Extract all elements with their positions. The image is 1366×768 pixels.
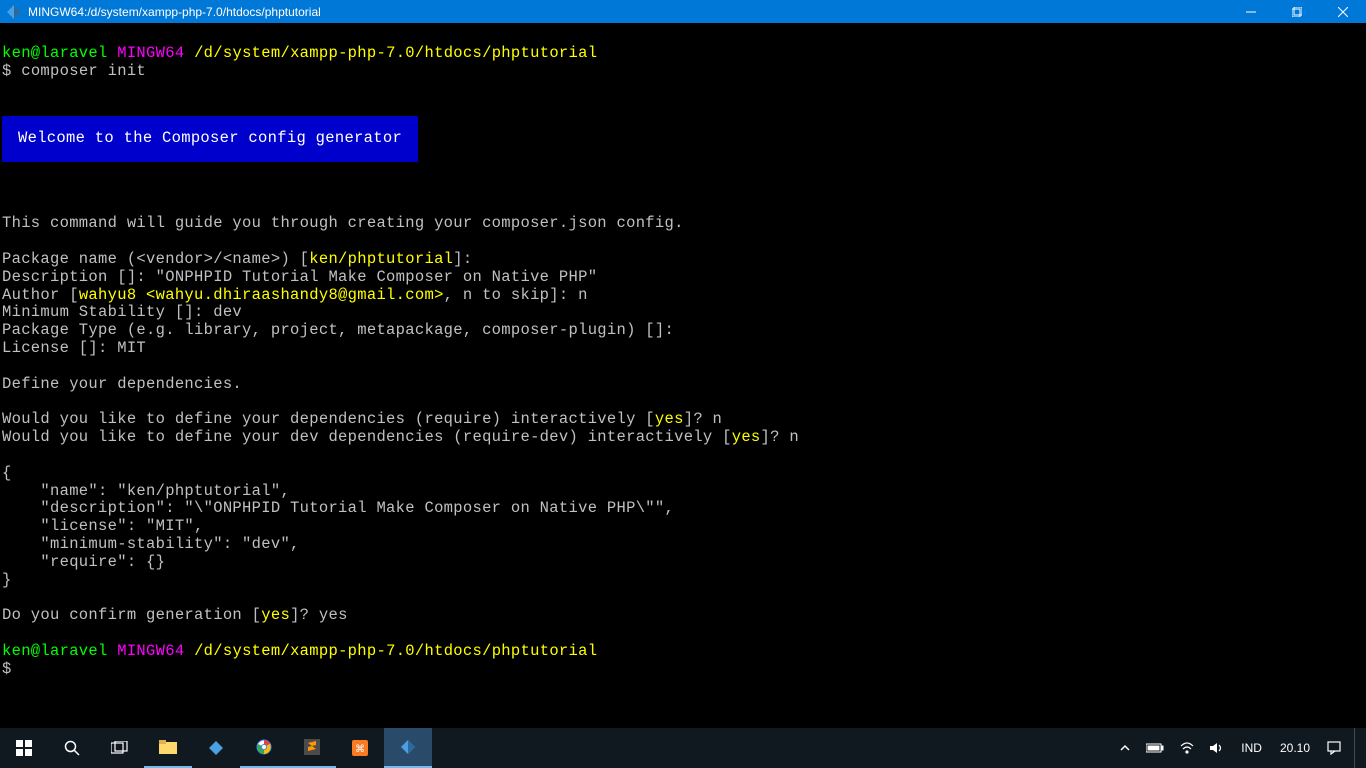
system-tray: IND 20.10 bbox=[1117, 728, 1366, 768]
tray-notifications-icon[interactable] bbox=[1324, 728, 1344, 768]
package-type-line: Package Type (e.g. library, project, met… bbox=[2, 321, 674, 339]
json-line: } bbox=[2, 571, 12, 589]
package-name-label: Package name (<vendor>/<name>) [ bbox=[2, 250, 309, 268]
prompt-shell: MINGW64 bbox=[117, 44, 184, 62]
maximize-button[interactable] bbox=[1274, 0, 1320, 23]
tray-volume-icon[interactable] bbox=[1207, 728, 1227, 768]
json-line: "license": "MIT", bbox=[2, 517, 204, 535]
svg-text:⌘: ⌘ bbox=[355, 744, 365, 755]
license-line: License []: MIT bbox=[2, 339, 146, 357]
start-button[interactable] bbox=[0, 728, 48, 768]
author-post: , n to skip]: n bbox=[444, 286, 588, 304]
taskbar-app-diamond[interactable] bbox=[192, 728, 240, 768]
window-title: MINGW64:/d/system/xampp-php-7.0/htdocs/p… bbox=[28, 5, 1228, 19]
tray-chevron-up-icon[interactable] bbox=[1117, 728, 1133, 768]
min-stability-line: Minimum Stability []: dev bbox=[2, 303, 242, 321]
taskbar-app-xampp[interactable]: ⌘ bbox=[336, 728, 384, 768]
app-icon bbox=[6, 4, 22, 20]
taskbar: ⌘ IND 20.10 bbox=[0, 728, 1366, 768]
package-name-default: ken/phptutorial bbox=[309, 250, 453, 268]
package-name-after: ]: bbox=[453, 250, 472, 268]
json-line: "minimum-stability": "dev", bbox=[2, 535, 300, 553]
description-line: Description []: "ONPHPID Tutorial Make C… bbox=[2, 268, 597, 286]
confirm-yes: yes bbox=[261, 606, 290, 624]
window-titlebar: MINGW64:/d/system/xampp-php-7.0/htdocs/p… bbox=[0, 0, 1366, 23]
close-button[interactable] bbox=[1320, 0, 1366, 23]
prompt-path: /d/system/xampp-php-7.0/htdocs/phptutori… bbox=[194, 44, 597, 62]
taskbar-app-mingw[interactable] bbox=[384, 728, 432, 768]
taskbar-app-explorer[interactable] bbox=[144, 728, 192, 768]
requiredev-pre: Would you like to define your dev depend… bbox=[2, 428, 732, 446]
composer-banner: Welcome to the Composer config generator bbox=[2, 116, 418, 162]
json-line: "name": "ken/phptutorial", bbox=[2, 482, 290, 500]
taskbar-app-chrome[interactable] bbox=[240, 728, 288, 768]
json-line: "require": {} bbox=[2, 553, 165, 571]
prompt-user: ken@laravel bbox=[2, 44, 108, 62]
require-yes: yes bbox=[655, 410, 684, 428]
requiredev-post: ]? n bbox=[761, 428, 799, 446]
show-desktop-button[interactable] bbox=[1354, 728, 1360, 768]
intro-text: This command will guide you through crea… bbox=[2, 214, 684, 232]
terminal-output[interactable]: ken@laravel MINGW64 /d/system/xampp-php-… bbox=[0, 23, 1366, 728]
task-view-button[interactable] bbox=[96, 728, 144, 768]
json-line: { bbox=[2, 464, 12, 482]
json-line: "description": "\"ONPHPID Tutorial Make … bbox=[2, 499, 674, 517]
tray-language[interactable]: IND bbox=[1237, 741, 1266, 755]
require-post: ]? n bbox=[684, 410, 722, 428]
require-pre: Would you like to define your dependenci… bbox=[2, 410, 655, 428]
confirm-post: ]? yes bbox=[290, 606, 348, 624]
author-value: wahyu8 <wahyu.dhiraashandy8@gmail.com> bbox=[79, 286, 444, 304]
tray-wifi-icon[interactable] bbox=[1177, 728, 1197, 768]
prompt-dollar: $ bbox=[2, 660, 12, 678]
tray-clock[interactable]: 20.10 bbox=[1276, 741, 1314, 755]
search-button[interactable] bbox=[48, 728, 96, 768]
prompt-path: /d/system/xampp-php-7.0/htdocs/phptutori… bbox=[194, 642, 597, 660]
author-pre: Author [ bbox=[2, 286, 79, 304]
tray-battery-icon[interactable] bbox=[1143, 728, 1167, 768]
taskbar-app-sublime[interactable] bbox=[288, 728, 336, 768]
requiredev-yes: yes bbox=[732, 428, 761, 446]
prompt-user: ken@laravel bbox=[2, 642, 108, 660]
prompt-dollar: $ bbox=[2, 62, 12, 80]
minimize-button[interactable] bbox=[1228, 0, 1274, 23]
command-text: composer init bbox=[21, 62, 146, 80]
prompt-shell: MINGW64 bbox=[117, 642, 184, 660]
define-deps-line: Define your dependencies. bbox=[2, 375, 242, 393]
confirm-pre: Do you confirm generation [ bbox=[2, 606, 261, 624]
